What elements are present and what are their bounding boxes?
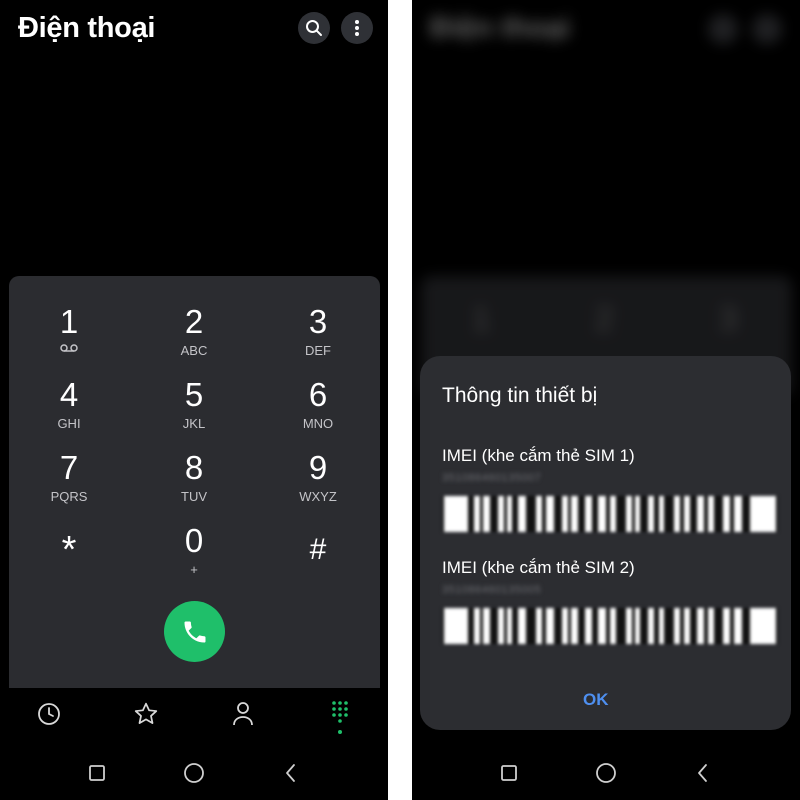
key-letters: JKL xyxy=(182,416,206,431)
phone-icon xyxy=(184,621,205,642)
tab-contacts[interactable] xyxy=(229,700,257,728)
key-hash[interactable]: # xyxy=(268,522,368,588)
imei-sim2-number: 351086460135005 xyxy=(442,584,542,596)
home-circle-icon xyxy=(596,763,616,783)
back-button[interactable] xyxy=(280,762,302,784)
dial-keypad: 1 2 ABC 3 DEF 4 GHI 5 JKL 6 MNO 7 PQRS 8… xyxy=(9,276,380,688)
dialer-screen: Điện thoại 1 2 ABC 3 DEF 4 GHI 5 JKL 6 M… xyxy=(0,0,388,800)
key-digit: 9 xyxy=(308,449,328,486)
key-digit: 4 xyxy=(59,376,79,413)
blurred-key: 2 xyxy=(595,300,614,337)
key-3[interactable]: 3 DEF xyxy=(268,303,368,369)
blurred-search-icon xyxy=(708,14,738,44)
imei-sim1-barcode xyxy=(442,496,778,532)
device-info-dialog: Thông tin thiết bị IMEI (khe cắm thẻ SIM… xyxy=(420,356,791,730)
back-button[interactable] xyxy=(692,762,714,784)
key-7[interactable]: 7 PQRS xyxy=(19,449,119,515)
ok-button[interactable]: OK xyxy=(583,690,609,710)
favorites-star-icon xyxy=(134,702,158,724)
search-button[interactable] xyxy=(298,12,330,44)
recents-square-button[interactable] xyxy=(498,762,520,784)
search-icon xyxy=(306,20,322,36)
key-letters: + xyxy=(190,562,198,577)
blurred-more-icon xyxy=(752,14,782,44)
key-5[interactable]: 5 JKL xyxy=(144,376,244,442)
key-letters: GHI xyxy=(57,416,81,431)
imei-sim1-number: 351086460135007 xyxy=(442,472,542,484)
recents-square-button[interactable] xyxy=(86,762,108,784)
blurred-key: 1 xyxy=(472,300,491,337)
contacts-person-icon xyxy=(233,702,253,726)
recents-clock-icon xyxy=(38,703,60,725)
tab-keypad[interactable] xyxy=(326,700,354,738)
more-vertical-icon xyxy=(355,20,359,36)
voicemail-icon xyxy=(60,344,78,352)
key-digit: # xyxy=(309,533,327,566)
keypad-dots-icon xyxy=(332,701,348,734)
home-button[interactable] xyxy=(183,762,205,784)
key-digit: 3 xyxy=(308,303,328,340)
key-letters: DEF xyxy=(305,343,331,358)
key-digit: 2 xyxy=(184,303,204,340)
recents-square-icon xyxy=(89,765,105,781)
key-star[interactable]: * xyxy=(19,522,119,588)
key-digit: 1 xyxy=(59,303,79,340)
key-letters: PQRS xyxy=(50,489,88,504)
home-button[interactable] xyxy=(595,762,617,784)
more-options-button[interactable] xyxy=(341,12,373,44)
key-4[interactable]: 4 GHI xyxy=(19,376,119,442)
key-6[interactable]: 6 MNO xyxy=(268,376,368,442)
page-title: Điện thoại xyxy=(18,12,156,44)
key-8[interactable]: 8 TUV xyxy=(144,449,244,515)
key-digit: 5 xyxy=(184,376,204,413)
device-info-screen: Điện thoại 1 2 3 Thông tin thiết bị IMEI… xyxy=(412,0,800,800)
imei-sim2-barcode xyxy=(442,608,778,644)
key-9[interactable]: 9 WXYZ xyxy=(268,449,368,515)
key-digit: 0 xyxy=(184,522,204,559)
key-digit: 6 xyxy=(308,376,328,413)
system-nav-bar xyxy=(412,744,800,800)
key-digit: 7 xyxy=(59,449,79,486)
key-1[interactable]: 1 xyxy=(19,303,119,369)
blurred-key: 3 xyxy=(719,300,738,337)
back-chevron-icon xyxy=(698,764,707,782)
key-letters: TUV xyxy=(181,489,207,504)
home-circle-icon xyxy=(184,763,204,783)
tab-recents[interactable] xyxy=(35,700,63,728)
recents-square-icon xyxy=(501,765,517,781)
key-2[interactable]: 2 ABC xyxy=(144,303,244,369)
bottom-tab-bar xyxy=(0,688,388,740)
blurred-title: Điện thoại xyxy=(430,12,571,44)
key-0[interactable]: 0 + xyxy=(144,522,244,588)
imei-sim1-label: IMEI (khe cắm thẻ SIM 1) xyxy=(442,446,635,465)
imei-sim2-label: IMEI (khe cắm thẻ SIM 2) xyxy=(442,558,635,577)
key-letters: MNO xyxy=(302,416,334,431)
call-button[interactable] xyxy=(164,601,225,662)
tab-favorites[interactable] xyxy=(132,700,160,728)
key-digit: * xyxy=(61,529,77,571)
back-chevron-icon xyxy=(286,764,295,782)
dialog-title: Thông tin thiết bị xyxy=(442,384,598,407)
key-letters: WXYZ xyxy=(299,489,337,504)
key-letters: ABC xyxy=(180,343,208,358)
system-nav-bar xyxy=(0,744,388,800)
key-digit: 8 xyxy=(184,449,204,486)
